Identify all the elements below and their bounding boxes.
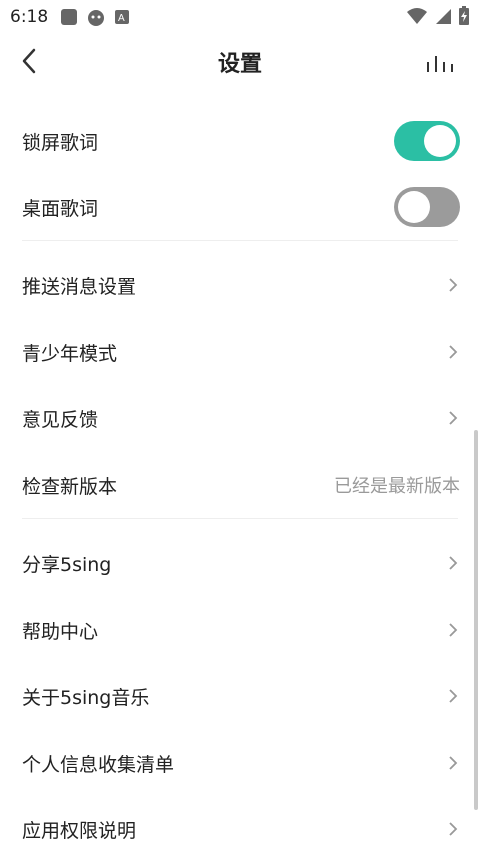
status-bar: 6:18 A — [0, 0, 480, 34]
status-right — [406, 6, 470, 26]
settings-row-permissions[interactable]: 应用权限说明 — [0, 796, 480, 862]
svg-text:A: A — [118, 13, 125, 24]
chevron-right-icon — [449, 556, 458, 570]
row-label: 青少年模式 — [22, 342, 118, 365]
chevron-right-icon — [449, 411, 458, 425]
row-label: 帮助中心 — [22, 620, 99, 643]
row-label: 检查新版本 — [22, 475, 118, 498]
chevron-right-icon — [449, 689, 458, 703]
battery-icon — [459, 6, 469, 25]
chevron-right-icon — [449, 278, 458, 292]
equalizer-icon[interactable] — [424, 54, 458, 72]
row-label: 分享5sing — [22, 553, 112, 576]
row-label: 桌面歌词 — [22, 197, 99, 220]
signal-icon — [436, 9, 451, 24]
settings-row-feedback[interactable]: 意见反馈 — [0, 385, 480, 451]
status-icons: A — [60, 8, 130, 26]
chevron-right-icon — [449, 623, 458, 637]
row-label: 推送消息设置 — [22, 275, 137, 298]
settings-row-push[interactable]: 推送消息设置 — [0, 252, 480, 318]
scrollbar[interactable] — [474, 430, 478, 810]
row-label: 应用权限说明 — [22, 819, 137, 842]
settings-row-about[interactable]: 关于5sing音乐 — [0, 663, 480, 729]
toggle-knob — [424, 125, 456, 157]
divider — [22, 240, 458, 241]
chevron-right-icon — [449, 756, 458, 770]
settings-row-teen-mode[interactable]: 青少年模式 — [0, 319, 480, 385]
row-label: 锁屏歌词 — [22, 131, 99, 154]
lock-screen-lyrics-toggle[interactable] — [394, 121, 460, 161]
desktop-lyrics-toggle[interactable] — [394, 187, 460, 227]
android-icon — [88, 10, 105, 26]
wifi-icon — [407, 8, 427, 24]
divider — [22, 518, 458, 519]
status-time: 6:18 — [10, 7, 49, 27]
back-icon[interactable] — [18, 46, 42, 76]
update-status: 已经是最新版本 — [334, 476, 460, 497]
settings-row-check-update[interactable]: 检查新版本 已经是最新版本 — [0, 452, 480, 518]
settings-row-desktop-lyrics: 桌面歌词 — [0, 174, 480, 240]
app-notification-icon — [61, 9, 78, 25]
settings-row-lock-screen-lyrics: 锁屏歌词 — [0, 108, 480, 174]
header: 设置 — [0, 34, 480, 90]
chevron-right-icon — [449, 822, 458, 836]
page-title: 设置 — [217, 52, 262, 77]
settings-row-share[interactable]: 分享5sing — [0, 530, 480, 596]
chevron-right-icon — [449, 345, 458, 359]
row-label: 意见反馈 — [22, 408, 99, 431]
settings-row-personal-info[interactable]: 个人信息收集清单 — [0, 730, 480, 796]
toggle-knob — [398, 191, 430, 223]
row-label: 个人信息收集清单 — [22, 753, 175, 776]
settings-row-help[interactable]: 帮助中心 — [0, 597, 480, 663]
row-label: 关于5sing音乐 — [22, 686, 150, 709]
keyboard-a-icon: A — [115, 10, 130, 24]
